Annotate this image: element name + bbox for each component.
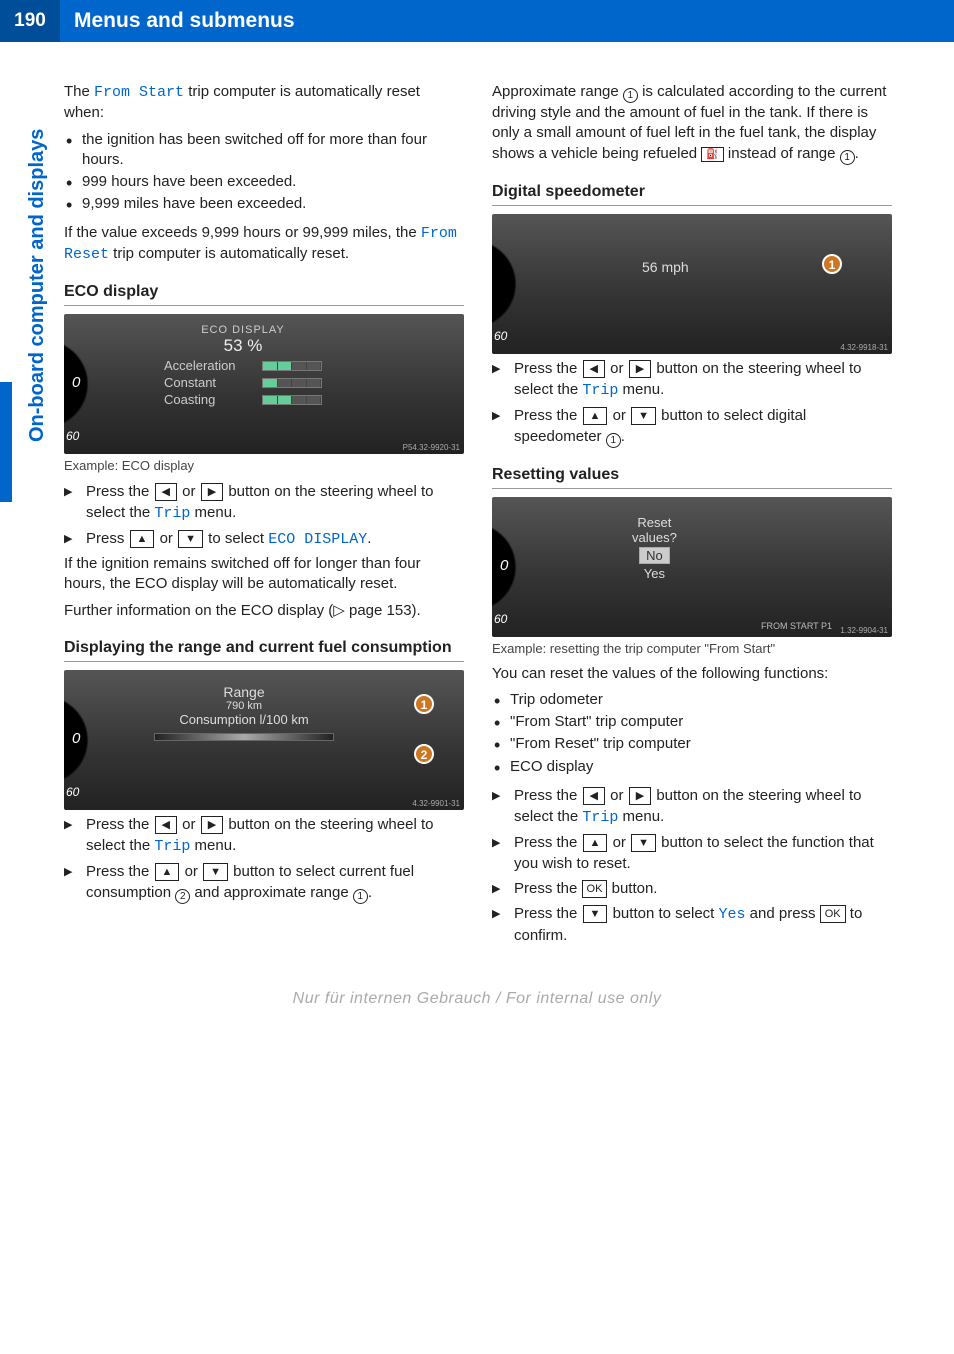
range-steps: Press the ◀ or ▶ button on the steering … xyxy=(64,814,464,904)
right-arrow-icon: ▶ xyxy=(629,787,651,805)
eco-note-1: If the ignition remains switched off for… xyxy=(64,554,464,595)
list-item: Trip odometer xyxy=(492,690,892,710)
left-column: The From Start trip computer is automati… xyxy=(64,82,464,950)
step-item: Press the ◀ or ▶ button on the steering … xyxy=(492,785,892,828)
callout-1-icon: 1 xyxy=(822,254,842,274)
eco-steps: Press the ◀ or ▶ button on the steering … xyxy=(64,481,464,550)
right-arrow-icon: ▶ xyxy=(201,483,223,501)
step-item: Press the ◀ or ▶ button on the steering … xyxy=(64,481,464,524)
speedo-display-image: 60 56 mph 1 4.32-9918-31 xyxy=(492,214,892,354)
page-number: 190 xyxy=(0,0,60,42)
left-arrow-icon: ◀ xyxy=(155,483,177,501)
list-item: "From Reset" trip computer xyxy=(492,734,892,754)
step-item: Press the ◀ or ▶ button on the steering … xyxy=(64,814,464,857)
range-heading: Displaying the range and current fuel co… xyxy=(64,639,464,662)
callout-1-ref: 1 xyxy=(353,889,368,904)
reset-caption: Example: resetting the trip computer "Fr… xyxy=(492,641,892,656)
trip-menu: Trip xyxy=(582,809,618,826)
speedo-steps: Press the ◀ or ▶ button on the steering … xyxy=(492,358,892,448)
callout-1-ref: 1 xyxy=(840,150,855,165)
up-arrow-icon: ▲ xyxy=(130,530,155,548)
reset-conditions-list: the ignition has been switched off for m… xyxy=(64,130,464,215)
list-item: 999 hours have been exceeded. xyxy=(64,172,464,192)
trip-menu: Trip xyxy=(582,382,618,399)
down-arrow-icon: ▼ xyxy=(178,530,203,548)
up-arrow-icon: ▲ xyxy=(583,407,608,425)
right-arrow-icon: ▶ xyxy=(629,360,651,378)
range-display-image: 0 60 Range 790 km Consumption l/100 km 1… xyxy=(64,670,464,810)
page-title: Menus and submenus xyxy=(60,9,295,33)
eco-display-image: 0 60 ECO DISPLAY 53 % Acceleration Const… xyxy=(64,314,464,454)
eco-display-menu: ECO DISPLAY xyxy=(268,531,367,548)
right-column: Approximate range 1 is calculated accord… xyxy=(492,82,892,950)
step-item: Press the ▲ or ▼ button to select the fu… xyxy=(492,832,892,874)
step-item: Press ▲ or ▼ to select ECO DISPLAY. xyxy=(64,528,464,550)
list-item: ECO display xyxy=(492,757,892,777)
intro-para-1: The From Start trip computer is automati… xyxy=(64,82,464,124)
from-start-menu: From Start xyxy=(94,84,184,101)
left-arrow-icon: ◀ xyxy=(583,787,605,805)
sidebar-marker xyxy=(0,382,12,502)
page-header: 190 Menus and submenus xyxy=(0,0,954,42)
left-arrow-icon: ◀ xyxy=(155,816,177,834)
eco-note-2: Further information on the ECO display (… xyxy=(64,601,464,621)
reset-functions-list: Trip odometer "From Start" trip computer… xyxy=(492,690,892,777)
refuel-icon: ⛽ xyxy=(701,147,723,163)
reset-steps: Press the ◀ or ▶ button on the steering … xyxy=(492,785,892,946)
trip-menu: Trip xyxy=(154,505,190,522)
reset-intro: You can reset the values of the followin… xyxy=(492,664,892,684)
step-item: Press the ▼ button to select Yes and pre… xyxy=(492,903,892,946)
list-item: 9,999 miles have been exceeded. xyxy=(64,194,464,214)
ok-button-icon: OK xyxy=(582,880,608,898)
down-arrow-icon: ▼ xyxy=(631,407,656,425)
list-item: "From Start" trip computer xyxy=(492,712,892,732)
down-arrow-icon: ▼ xyxy=(203,863,228,881)
list-item: the ignition has been switched off for m… xyxy=(64,130,464,171)
down-arrow-icon: ▼ xyxy=(631,834,656,852)
internal-use-footer: Nur für internen Gebrauch / For internal… xyxy=(0,990,954,1028)
eco-caption: Example: ECO display xyxy=(64,458,464,473)
reset-display-image: 0 60 Reset values? No Yes FROM START P1 … xyxy=(492,497,892,637)
callout-1-ref: 1 xyxy=(606,433,621,448)
reset-heading: Resetting values xyxy=(492,466,892,489)
up-arrow-icon: ▲ xyxy=(583,834,608,852)
up-arrow-icon: ▲ xyxy=(155,863,180,881)
left-arrow-icon: ◀ xyxy=(583,360,605,378)
step-item: Press the OK button. xyxy=(492,878,892,899)
step-item: Press the ◀ or ▶ button on the steering … xyxy=(492,358,892,401)
callout-1-icon: 1 xyxy=(414,694,434,714)
callout-2-ref: 2 xyxy=(175,889,190,904)
sidebar-label: On-board computer and displays xyxy=(26,129,49,442)
eco-display-heading: ECO display xyxy=(64,283,464,306)
speedo-heading: Digital speedometer xyxy=(492,183,892,206)
yes-menu: Yes xyxy=(719,906,746,923)
callout-2-icon: 2 xyxy=(414,744,434,764)
callout-1-ref: 1 xyxy=(623,88,638,103)
trip-menu: Trip xyxy=(154,838,190,855)
approx-range-para: Approximate range 1 is calculated accord… xyxy=(492,82,892,165)
step-item: Press the ▲ or ▼ button to select digita… xyxy=(492,405,892,448)
step-item: Press the ▲ or ▼ button to select curren… xyxy=(64,861,464,904)
right-arrow-icon: ▶ xyxy=(201,816,223,834)
down-arrow-icon: ▼ xyxy=(583,905,608,923)
sidebar-tab: On-board computer and displays xyxy=(0,82,50,950)
intro-para-2: If the value exceeds 9,999 hours or 99,9… xyxy=(64,223,464,266)
ok-button-icon: OK xyxy=(820,905,846,923)
